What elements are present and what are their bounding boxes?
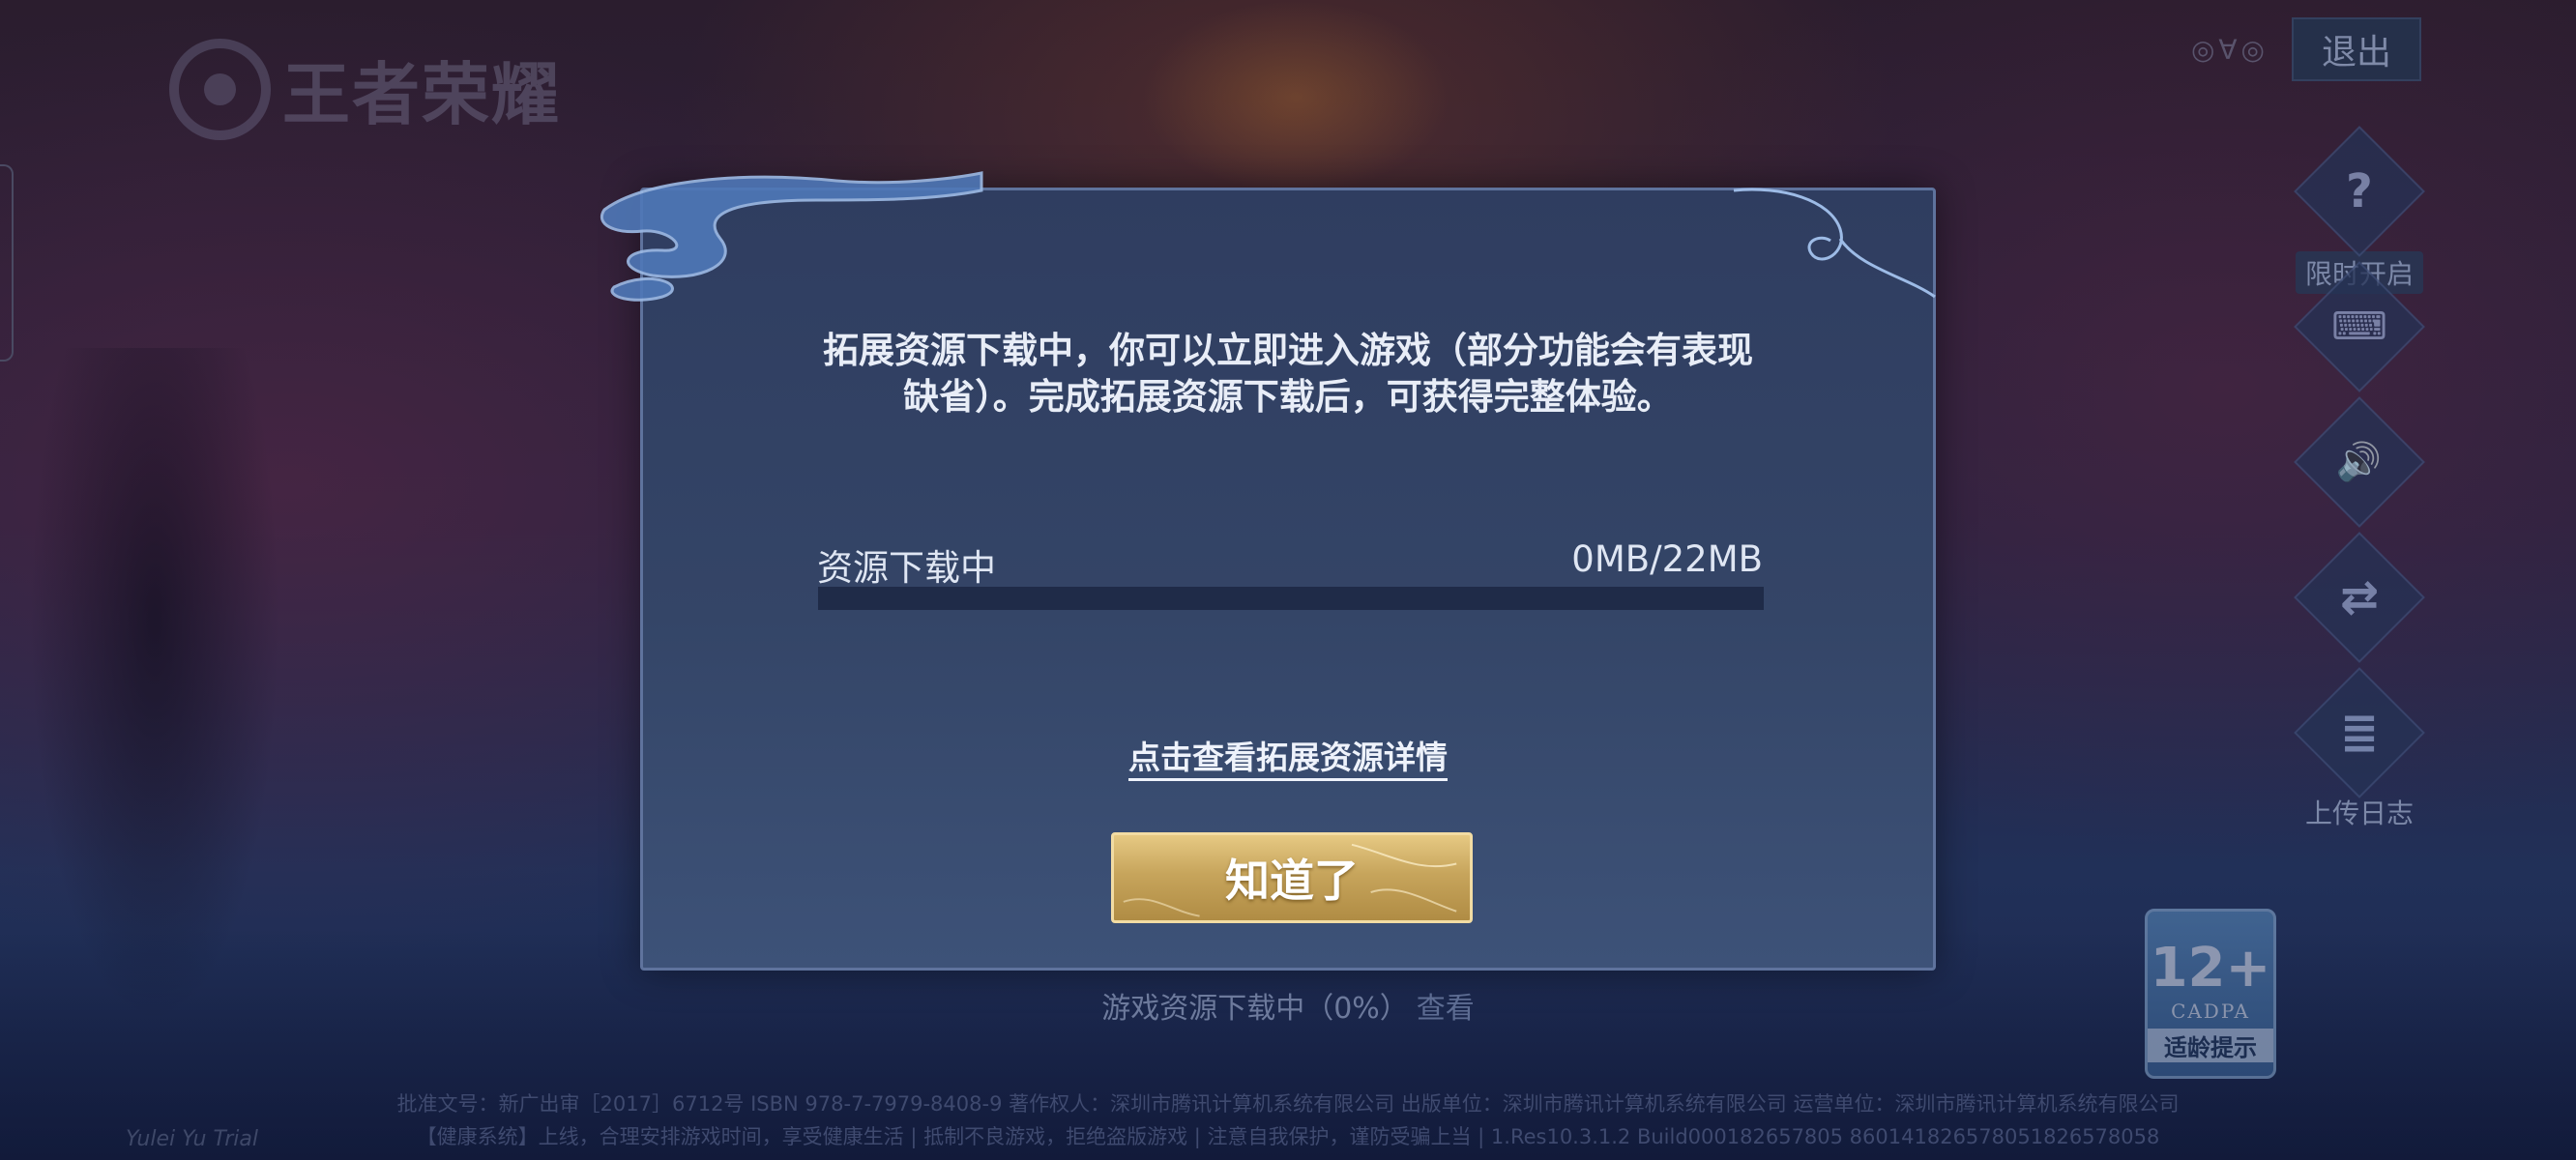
clipboard-icon: ≣	[2294, 667, 2425, 798]
progress-info: 资源下载中 0MB/22MB	[817, 538, 1763, 591]
right-menu-label: 上传日志	[2304, 798, 2414, 829]
background-hero-glow	[1141, 0, 1450, 193]
gamepad-icon: ⌨	[2294, 261, 2425, 392]
dialog-message: 拓展资源下载中，你可以立即进入游戏（部分功能会有表现 缺省）。完成拓展资源下载后…	[823, 330, 1753, 418]
ok-button[interactable]: 知道了	[1111, 832, 1473, 923]
progress-size: 0MB/22MB	[1571, 538, 1763, 580]
age-rating-tip: 适龄提示	[2148, 1029, 2273, 1062]
right-menu-item-switch[interactable]: ⇄	[2282, 532, 2437, 663]
download-status-text: 游戏资源下载中（0%）	[1101, 992, 1409, 1026]
background-figure	[29, 348, 280, 1025]
top-right-bar: ◎∀◎ 退出	[2191, 17, 2421, 81]
download-dialog: 拓展资源下载中，你可以立即进入游戏（部分功能会有表现 缺省）。完成拓展资源下载后…	[600, 171, 1936, 971]
watermark: Yulei Yu Trial	[126, 1127, 258, 1151]
switch-account-icon: ⇄	[2294, 532, 2425, 663]
cloud-ornament-right	[1733, 188, 1936, 299]
ok-button-label: 知道了	[1225, 855, 1359, 907]
view-status-link[interactable]: 查看	[1417, 992, 1475, 1026]
logo-text: 王者荣耀	[282, 55, 561, 134]
details-link-row: 点击查看拓展资源详情	[643, 732, 1933, 781]
right-menu-item-sound[interactable]: 🔊	[2282, 396, 2437, 528]
game-logo: 王者荣耀	[169, 39, 561, 140]
download-status: 游戏资源下载中（0%） 查看	[0, 984, 2576, 1027]
side-panel-handle[interactable]	[0, 164, 14, 362]
speaker-icon: 🔊	[2294, 396, 2425, 528]
details-link[interactable]: 点击查看拓展资源详情	[1128, 739, 1448, 781]
logo-icon	[169, 39, 271, 140]
progress-label: 资源下载中	[817, 547, 996, 589]
question-icon: ?	[2294, 126, 2425, 257]
cloud-ornament-left	[600, 171, 983, 302]
legal-line-2: 【健康系统】上线，合理安排游戏时间，享受健康生活 | 抵制不良游戏，拒绝盗版游戏…	[416, 1125, 2160, 1148]
legal-line-1: 批准文号：新广出审［2017］6712号 ISBN 978-7-7979-840…	[396, 1092, 2180, 1116]
progress-bar	[818, 587, 1764, 610]
right-menu-item-upload-log[interactable]: ≣ 上传日志	[2282, 667, 2437, 831]
exit-button[interactable]: 退出	[2292, 17, 2421, 81]
right-menu-item-controller[interactable]: ⌨	[2282, 261, 2437, 392]
status-icons: ◎∀◎	[2190, 33, 2269, 66]
